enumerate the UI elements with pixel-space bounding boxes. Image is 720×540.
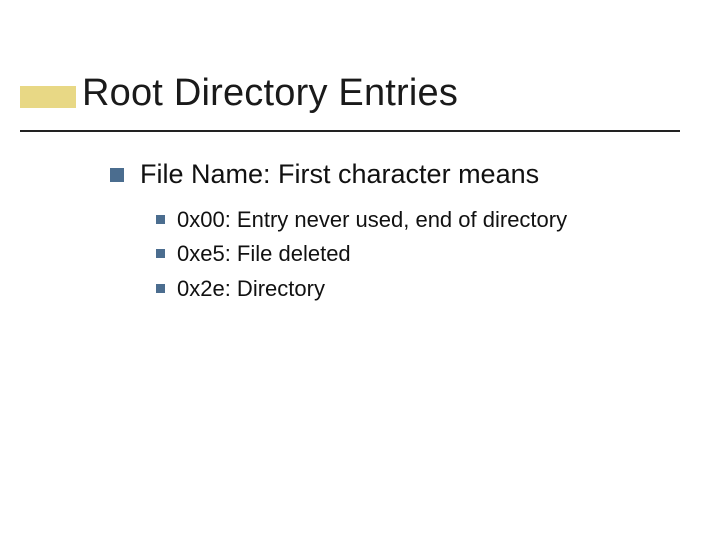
list-item-text: 0x00: Entry never used, end of directory (177, 206, 567, 235)
list-item-text: File Name: First character means (140, 158, 539, 192)
list-item: 0x00: Entry never used, end of directory (156, 206, 670, 235)
list-item: 0x2e: Directory (156, 275, 670, 304)
square-bullet-icon (110, 168, 124, 182)
title-divider (20, 130, 680, 132)
list-item-text: 0x2e: Directory (177, 275, 325, 304)
list-item-text: 0xe5: File deleted (177, 240, 351, 269)
square-bullet-icon (156, 249, 165, 258)
list-item: File Name: First character means (110, 158, 670, 192)
slide-body: File Name: First character means 0x00: E… (110, 158, 670, 310)
square-bullet-icon (156, 284, 165, 293)
list-item: 0xe5: File deleted (156, 240, 670, 269)
title-accent-block (20, 86, 76, 108)
slide: Root Directory Entries File Name: First … (0, 0, 720, 540)
square-bullet-icon (156, 215, 165, 224)
slide-title: Root Directory Entries (82, 72, 458, 115)
